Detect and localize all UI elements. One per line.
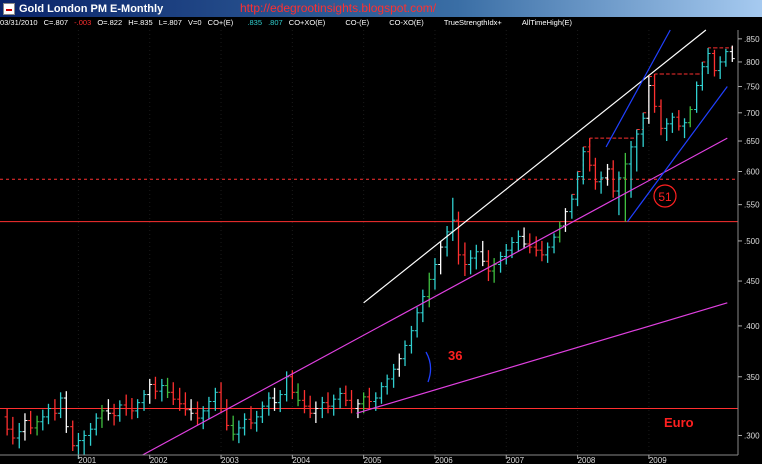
ohlc-bars <box>4 45 735 460</box>
y-tick-label: .800 <box>744 58 760 67</box>
y-tick-label: .600 <box>744 167 760 176</box>
trendline <box>356 302 728 414</box>
y-tick-label: .750 <box>744 83 760 92</box>
trendline <box>626 86 728 222</box>
chart-grid <box>77 30 650 455</box>
currency-label: Euro <box>664 415 694 430</box>
gold-price-chart: .300 .350 .400 .450 .500 .550 .600 .650 .700 .750… <box>0 29 760 464</box>
y-tick-label: .450 <box>744 277 760 286</box>
x-tick-label: 2007 <box>506 456 524 464</box>
x-tick-label: 2002 <box>150 456 168 464</box>
y-tick-label: .350 <box>744 373 760 382</box>
y-tick-label: .300 <box>744 431 760 440</box>
x-tick-label: 2009 <box>649 456 667 464</box>
x-tick-label: 2006 <box>435 456 453 464</box>
x-tick-label: 2003 <box>221 456 239 464</box>
x-tick-label: 2008 <box>578 456 596 464</box>
x-tick-label: 2004 <box>292 456 310 464</box>
horizontal-levels <box>0 45 738 410</box>
x-tick-label: 2005 <box>364 456 382 464</box>
y-tick-label: .650 <box>744 137 760 146</box>
angle-arc <box>425 351 432 383</box>
y-tick-label: .400 <box>744 322 760 331</box>
y-tick-label: .500 <box>744 237 760 246</box>
y-tick-label: .700 <box>744 109 760 118</box>
y-tick-label: .850 <box>744 35 760 44</box>
y-tick-label: .550 <box>744 201 760 210</box>
circled-label: 51 <box>658 190 672 204</box>
trendline <box>363 29 707 304</box>
trendline <box>142 137 728 456</box>
angle-label: 36 <box>448 348 462 363</box>
x-tick-label: 2001 <box>78 456 96 464</box>
chart-axes: .300 .350 .400 .450 .500 .550 .600 .650 .700 .750… <box>0 30 760 464</box>
